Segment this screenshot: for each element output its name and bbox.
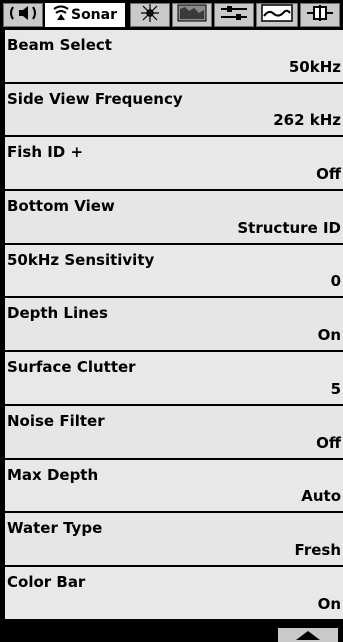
sliders-icon (219, 4, 249, 26)
menu-item-depth-lines[interactable]: Depth Lines On (5, 298, 343, 353)
tab-accessories[interactable] (300, 3, 340, 27)
menu-item-value: Fresh (294, 540, 341, 559)
menu-item-label: Fish ID + (7, 143, 84, 162)
menu-item-label: Color Bar (7, 572, 86, 591)
menu-item-surface-clutter[interactable]: Surface Clutter 5 (5, 352, 343, 406)
menu-item-50khz-sensitivity[interactable]: 50kHz Sensitivity 0 (5, 244, 343, 299)
menu-item-color-bar[interactable]: Color Bar On (5, 566, 343, 621)
map-icon (177, 4, 207, 26)
sonar-icon (53, 5, 69, 25)
menu-item-side-view-frequency[interactable]: Side View Frequency 262 kHz (5, 83, 343, 138)
menu-item-label: Depth Lines (7, 304, 108, 323)
tab-navigation[interactable] (130, 3, 170, 27)
menu-item-label: Surface Clutter (7, 358, 136, 377)
compass-icon (138, 3, 162, 27)
menu-item-value: Off (316, 433, 341, 452)
tab-setup[interactable] (214, 3, 254, 27)
menu-item-value: 50kHz (288, 57, 341, 76)
menu-item-value: 262 kHz (273, 111, 341, 130)
accessory-plug-icon (306, 4, 334, 26)
menu-item-label: Beam Select (7, 36, 112, 54)
menu-item-label: 50kHz Sensitivity (7, 250, 155, 269)
menu-item-value: 5 (330, 379, 341, 398)
speaker-alarm-icon (7, 4, 39, 26)
menu-item-value: Off (316, 165, 341, 184)
scroll-up-button[interactable] (278, 628, 338, 642)
menu-item-fish-id[interactable]: Fish ID + Off (5, 137, 343, 192)
tab-chart[interactable] (172, 3, 212, 27)
tab-bar: Sonar (0, 0, 343, 30)
menu-item-label: Noise Filter (7, 411, 105, 430)
menu-item-label: Bottom View (7, 197, 115, 216)
sonar-menu-list: Beam Select 50kHz Side View Frequency 26… (5, 30, 343, 621)
menu-item-bottom-view[interactable]: Bottom View Structure ID (5, 191, 343, 245)
menu-item-beam-select[interactable]: Beam Select 50kHz (5, 30, 343, 84)
menu-item-value: 0 (330, 272, 341, 291)
menu-item-noise-filter[interactable]: Noise Filter Off (5, 405, 343, 460)
menu-item-water-type[interactable]: Water Type Fresh (5, 513, 343, 567)
tab-alarms[interactable] (3, 3, 43, 27)
tab-sonar-label: Sonar (70, 7, 118, 23)
tab-views[interactable] (256, 3, 298, 27)
scroll-up-arrow-icon (278, 628, 338, 642)
menu-item-max-depth[interactable]: Max Depth Auto (5, 459, 343, 514)
wave-picture-icon (261, 4, 293, 26)
menu-item-label: Max Depth (7, 465, 99, 484)
menu-item-value: Auto (301, 487, 341, 506)
menu-item-value: On (317, 594, 341, 613)
menu-item-value: Structure ID (237, 218, 341, 237)
menu-item-value: On (317, 326, 341, 345)
menu-item-label: Water Type (7, 519, 103, 538)
tab-sonar[interactable]: Sonar (45, 3, 125, 27)
menu-item-label: Side View Frequency (7, 89, 183, 108)
